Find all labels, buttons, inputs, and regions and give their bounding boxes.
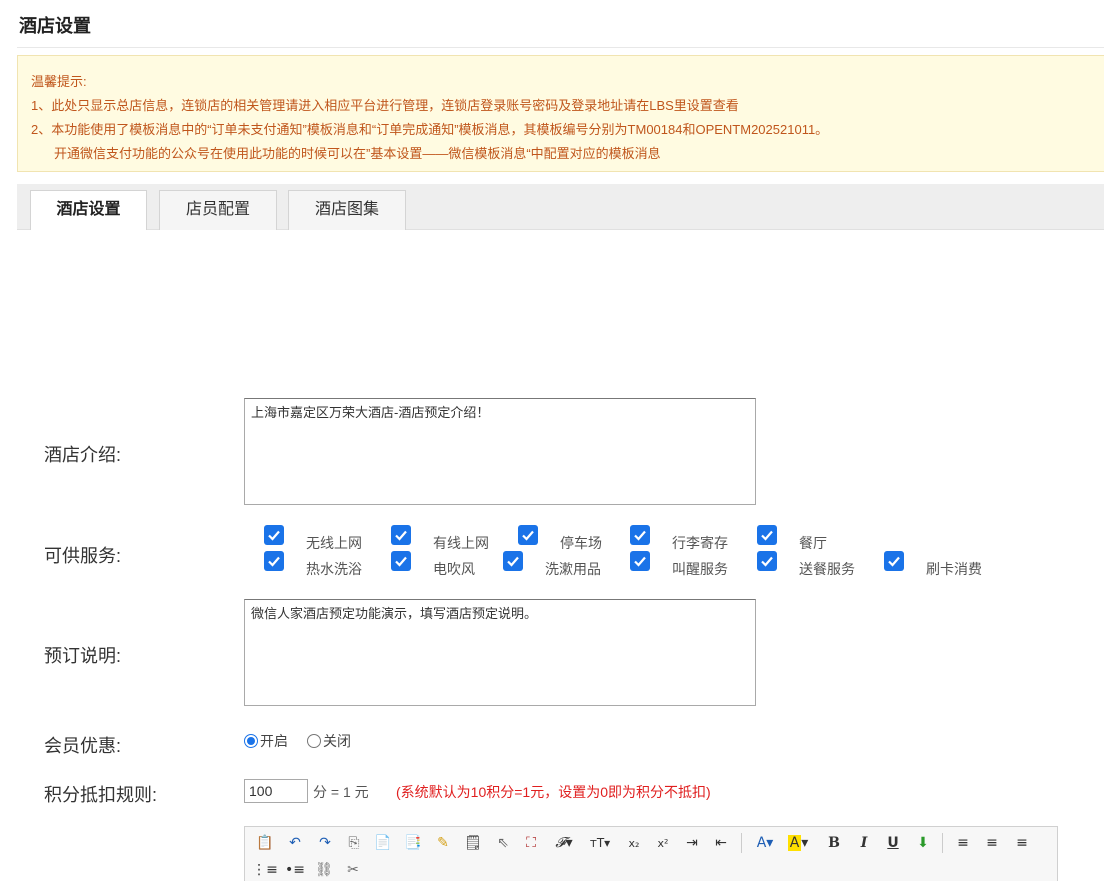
paste-word-icon[interactable]: 📑 [403,833,423,853]
check-icon [268,556,280,567]
checkbox-toiletries[interactable] [503,551,523,571]
check-icon [507,556,519,567]
service-label: 送餐服务 [799,561,855,577]
points-label: 积分抵扣规则: [44,785,158,805]
title-divider [17,47,1104,48]
check-icon [395,530,407,541]
paste-text-icon[interactable]: 📄 [373,833,393,853]
check-icon [761,530,773,541]
service-label: 停车场 [560,535,602,551]
intro-textarea[interactable] [244,398,756,505]
booking-label: 预订说明: [44,646,122,666]
checkbox-room-service[interactable] [757,551,777,571]
subscript-icon[interactable]: x₂ [624,833,644,853]
member-radio-group: 开启 关闭 [244,731,351,751]
checkbox-hairdryer[interactable] [391,551,411,571]
font-size-icon[interactable]: тT▾ [587,833,613,853]
font-family-icon[interactable]: 𝓕▾ [551,833,577,853]
checkbox-parking[interactable] [518,525,538,545]
service-label: 洗漱用品 [545,561,601,577]
radio-member-on[interactable] [244,734,258,748]
paste-icon[interactable]: 📋 [255,833,275,853]
checkbox-hot-water[interactable] [264,551,284,571]
checkbox-luggage[interactable] [630,525,650,545]
check-icon [888,556,900,567]
intro-label: 酒店介绍: [44,445,122,465]
redo-icon[interactable]: ↷ [315,833,335,853]
font-color-icon[interactable]: A▾ [753,833,777,853]
notice-heading: 温馨提示: [31,74,87,89]
service-label: 叫醒服务 [672,561,728,577]
notice-line: 1、此处只显示总店信息，连锁店的相关管理请进入相应平台进行管理，连锁店登录账号密… [31,98,739,113]
strikethrough-icon[interactable]: ⬇ [913,833,933,853]
service-label: 无线上网 [306,535,362,551]
check-icon [522,530,534,541]
indent-icon[interactable]: ⇥ [682,833,702,853]
member-label: 会员优惠: [44,736,122,756]
checkbox-wifi[interactable] [264,525,284,545]
check-icon [761,556,773,567]
points-hint: (系统默认为10积分=1元，设置为0即为积分不抵扣) [396,784,711,800]
align-left-icon[interactable]: ≡ [953,833,973,853]
checkbox-wired[interactable] [391,525,411,545]
align-center-icon[interactable]: ≡ [982,833,1002,853]
toolbar-separator [741,833,742,853]
template-icon[interactable]: 🗒 [463,833,483,853]
tab-hotel-settings[interactable]: 酒店设置 [30,190,147,231]
link-icon[interactable]: ⛓ [314,860,334,880]
booking-textarea[interactable] [244,599,756,706]
notice-line: 2、本功能使用了模板消息中的“订单未支付通知”模板消息和“订单完成通知”模板消息… [31,122,829,137]
rich-editor [244,826,1058,881]
radio-off-label: 关闭 [323,733,351,749]
services-label: 可供服务: [44,546,122,566]
ordered-list-icon[interactable]: ⋮≡ [252,860,278,880]
notice-line: 开通微信支付功能的公众号在使用此功能的时候可以在”基本设置——微信模板消息“中配… [54,146,661,161]
service-label: 热水洗浴 [306,561,362,577]
service-label: 有线上网 [433,535,489,551]
toolbar-separator [942,833,943,853]
points-input[interactable] [244,779,308,803]
unordered-list-icon[interactable]: •≡ [285,860,305,880]
checkbox-restaurant[interactable] [757,525,777,545]
service-label: 餐厅 [799,535,827,551]
page-title: 酒店设置 [19,16,91,36]
radio-on-label: 开启 [260,733,288,749]
checkbox-card-payment[interactable] [884,551,904,571]
check-icon [634,530,646,541]
format-brush-icon[interactable]: ✎ [433,833,453,853]
highlight-icon[interactable]: A ▾ [786,833,810,853]
checkbox-wakeup[interactable] [630,551,650,571]
superscript-icon[interactable]: x² [653,833,673,853]
align-right-icon[interactable]: ≡ [1012,833,1032,853]
service-label: 刷卡消费 [926,561,982,577]
underline-icon[interactable]: U [883,833,903,853]
radio-member-off[interactable] [307,734,321,748]
tab-staff-config[interactable]: 店员配置 [159,190,277,230]
tab-bar: 酒店设置 店员配置 酒店图集 [17,184,1104,231]
service-label: 电吹风 [433,561,475,577]
check-icon [634,556,646,567]
copy-icon[interactable]: ⎘ [344,833,364,853]
notice-box: 温馨提示: 1、此处只显示总店信息，连锁店的相关管理请进入相应平台进行管理，连锁… [17,55,1104,172]
check-icon [268,530,280,541]
undo-icon[interactable]: ↶ [285,833,305,853]
select-icon[interactable]: ⇖ [493,833,513,853]
outdent-icon[interactable]: ⇤ [711,833,731,853]
tab-hotel-gallery[interactable]: 酒店图集 [288,190,406,230]
fullscreen-icon[interactable]: ⛶ [521,833,541,853]
service-label: 行李寄存 [672,535,728,551]
bold-icon[interactable]: B [824,833,844,853]
points-unit: 分 = 1 元 [313,784,369,800]
unlink-icon[interactable]: ✂ [343,860,363,880]
italic-icon[interactable]: I [854,833,874,853]
check-icon [395,556,407,567]
